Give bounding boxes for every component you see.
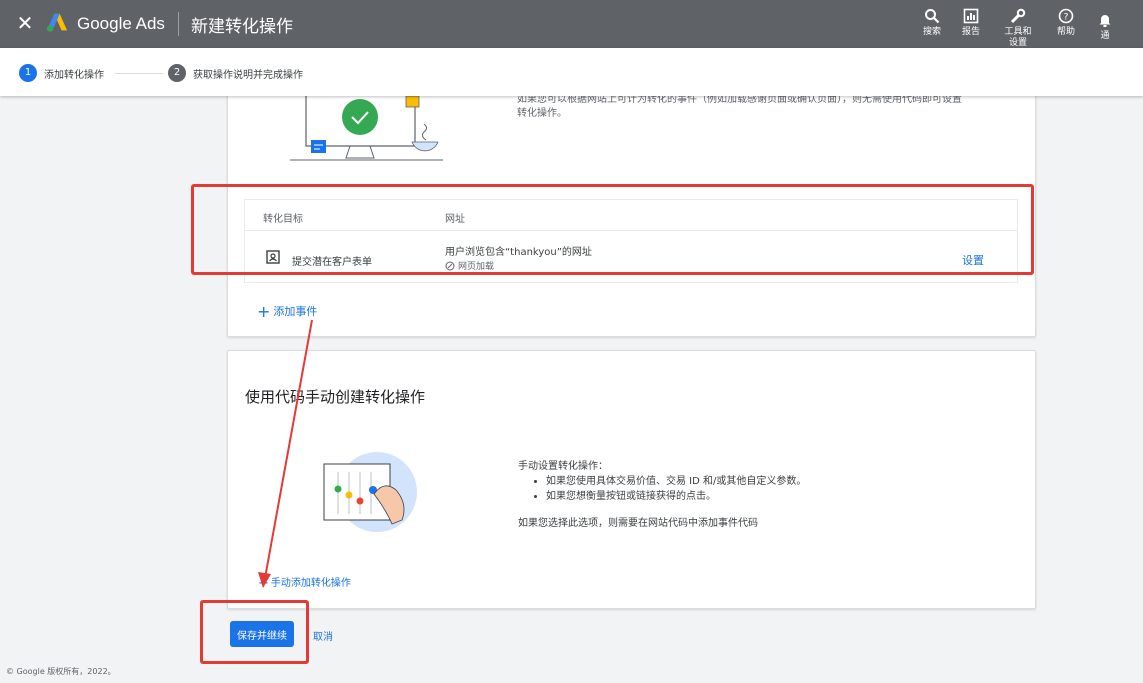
event-trigger: 网页加载 (445, 259, 494, 272)
manual-bullet: 如果您使用具体交易价值、交易 ID 和/或其他自定义参数。 (546, 474, 858, 489)
title-divider (178, 12, 179, 36)
tools-settings-label: 工具和 设置 (1004, 27, 1032, 48)
google-ads-logo (46, 13, 68, 32)
reports-label: 报告 (961, 27, 980, 37)
add-manual-conversion-button[interactable]: + 手动添加转化操作 (258, 574, 351, 591)
stepper: 1 添加转化操作 2 获取操作说明并完成操作 (0, 48, 1143, 96)
step-2-number: 2 (168, 64, 186, 82)
conversion-events-table: 转化目标 网址 提交潜在客户表单 用户浏览包含“thankyou”的网址 网页加… (244, 199, 1018, 283)
event-goal-name: 提交潜在客户表单 (292, 257, 372, 268)
plus-icon: + (258, 576, 269, 591)
close-icon[interactable]: ✕ (14, 12, 36, 34)
code-tag-illustration (323, 452, 417, 532)
step-2-label[interactable]: 获取操作说明并完成操作 (193, 66, 303, 81)
brand-name: Google Ads (77, 14, 165, 33)
manual-description: 手动设置转化操作： 如果您使用具体交易价值、交易 ID 和/或其他自定义参数。 … (518, 459, 858, 504)
top-app-bar: ✕ Google Ads 新建转化操作 搜索 报告 工具和 设置 ? 帮助 通 (0, 0, 1143, 48)
search-icon (925, 9, 940, 24)
add-event-label: 添加事件 (273, 305, 318, 318)
cancel-button[interactable]: 取消 (313, 628, 333, 643)
manual-section-title: 使用代码手动创建转化操作 (245, 388, 426, 406)
step-connector (115, 73, 163, 74)
manual-bullet: 如果您想衡量按钮或链接获得的点击。 (546, 489, 858, 504)
website-conversion-description: 如果您可以根据网站上可计为转化的事件（例如加载感谢页面或确认页面），则无需使用代… (517, 94, 962, 119)
add-manual-label: 手动添加转化操作 (270, 578, 351, 589)
website-illustration (290, 96, 443, 161)
copyright-footer: © Google 版权所有，2022。 (6, 667, 116, 676)
notifications-label: 通 (1100, 31, 1110, 41)
help-label: 帮助 (1056, 27, 1075, 37)
manual-intro: 手动设置转化操作： (518, 461, 608, 472)
search-button[interactable]: 搜索 (912, 8, 952, 38)
column-header-url: 网址 (445, 214, 465, 225)
manual-bullet-list: 如果您使用具体交易价值、交易 ID 和/或其他自定义参数。 如果您想衡量按钮或链… (546, 474, 858, 504)
page-title: 新建转化操作 (191, 17, 293, 37)
column-header-goal: 转化目标 (263, 214, 303, 225)
add-event-button[interactable]: + 添加事件 (257, 302, 317, 321)
save-continue-button[interactable]: 保存并继续 (230, 621, 294, 647)
svg-text:?: ? (1064, 13, 1069, 23)
event-trigger-label: 网页加载 (458, 262, 495, 272)
page-load-icon (445, 261, 455, 271)
search-label: 搜索 (922, 27, 941, 37)
lead-form-icon (266, 250, 280, 264)
step-1-label[interactable]: 添加转化操作 (44, 66, 104, 81)
event-url-rule: 用户浏览包含“thankyou”的网址 (445, 247, 592, 258)
manual-note: 如果您选择此选项，则需要在网站代码中添加事件代码 (518, 518, 758, 529)
reports-button[interactable]: 报告 (951, 8, 991, 38)
notifications-button[interactable]: 通 (1085, 12, 1125, 42)
step-1-number: 1 (19, 64, 37, 82)
help-button[interactable]: ? 帮助 (1046, 8, 1086, 38)
plus-icon: + (257, 302, 271, 321)
wrench-icon (1010, 8, 1026, 24)
event-setup-link[interactable]: 设置 (962, 252, 984, 268)
header-divider (245, 230, 1017, 231)
reports-icon (963, 8, 979, 24)
tools-settings-button[interactable]: 工具和 设置 (998, 8, 1038, 49)
bell-icon (1099, 15, 1111, 27)
help-icon: ? (1058, 8, 1074, 24)
